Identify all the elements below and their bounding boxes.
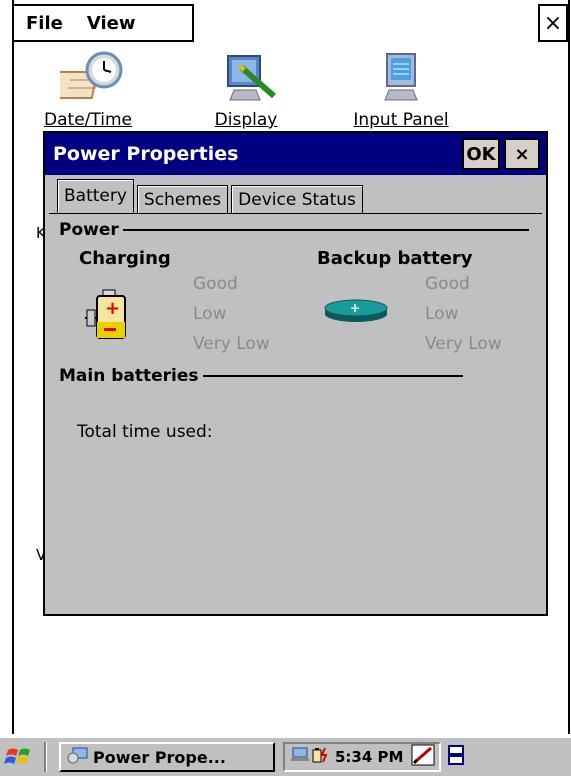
taskbar-separator: [44, 742, 47, 772]
power-heading-label: Power: [59, 220, 119, 240]
taskbar-button-power-properties[interactable]: Power Prope...: [59, 742, 275, 772]
view-menu[interactable]: View: [75, 13, 148, 34]
battery-tab-panel: Power Charging + Good Low Very Low Backu…: [49, 213, 542, 610]
desktop-icon-label: Date/Time: [44, 110, 132, 130]
control-panel-icon: [67, 746, 89, 768]
input-panel-icon: [373, 50, 429, 106]
svg-text:+: +: [350, 301, 360, 315]
desktop-icon-display[interactable]: Display: [196, 50, 296, 130]
desktop-icon-label: Display: [214, 110, 278, 130]
backup-battery-icon: +: [323, 298, 389, 328]
charging-level-good: Good: [193, 274, 238, 294]
date-time-icon: [52, 50, 123, 106]
clock[interactable]: 5:34 PM: [335, 748, 403, 766]
tab-strip: Battery Schemes Device Status: [57, 179, 366, 213]
desktop-icon-label: Input Panel: [353, 110, 449, 130]
backup-battery-heading: Backup battery: [317, 248, 473, 269]
input-method-icon[interactable]: [411, 744, 435, 770]
backup-level-good: Good: [425, 274, 470, 294]
main-batteries-group-heading: Main batteries: [59, 366, 463, 386]
total-time-used-label: Total time used:: [77, 422, 213, 442]
charging-battery-icon: +: [83, 288, 131, 344]
charging-level-very-low: Very Low: [193, 334, 270, 354]
main-batteries-heading-label: Main batteries: [59, 366, 199, 386]
dialog-close-button[interactable]: ×: [504, 138, 540, 170]
charging-heading: Charging: [79, 248, 171, 269]
dialog-titlebar[interactable]: Power Properties OK ×: [45, 133, 546, 175]
close-icon: ×: [514, 143, 530, 165]
ok-button[interactable]: OK: [462, 138, 500, 170]
menu-bar: File View: [12, 4, 194, 42]
window-close-button[interactable]: ×: [538, 4, 568, 42]
display-icon: [218, 50, 276, 106]
taskbar: Power Prope... 5:34 PM: [0, 736, 571, 776]
system-tray: 5:34 PM: [283, 742, 442, 772]
tab-device-status[interactable]: Device Status: [231, 185, 363, 213]
network-icon[interactable]: [289, 746, 311, 768]
close-icon: ×: [543, 10, 563, 36]
file-menu[interactable]: File: [14, 13, 75, 34]
windows-flag-icon: [4, 748, 30, 764]
svg-text:+: +: [105, 298, 120, 319]
divider: [202, 375, 463, 377]
desktop-icon-input-panel[interactable]: Input Panel: [336, 50, 466, 130]
start-button[interactable]: [0, 742, 40, 772]
battery-charging-icon[interactable]: [311, 746, 331, 768]
charging-level-low: Low: [193, 304, 227, 324]
backup-level-low: Low: [425, 304, 459, 324]
power-properties-dialog: Power Properties OK × Battery Schemes De…: [43, 131, 548, 616]
taskbar-button-label: Power Prope...: [93, 747, 226, 767]
power-group-heading: Power: [59, 220, 529, 240]
backup-level-very-low: Very Low: [425, 334, 502, 354]
tab-battery[interactable]: Battery: [57, 179, 134, 213]
desktop-icon-date-time[interactable]: Date/Time: [28, 50, 148, 130]
tab-schemes[interactable]: Schemes: [136, 185, 229, 213]
divider: [122, 229, 529, 231]
show-desktop-icon[interactable]: [447, 744, 465, 770]
dialog-title: Power Properties: [53, 143, 239, 165]
